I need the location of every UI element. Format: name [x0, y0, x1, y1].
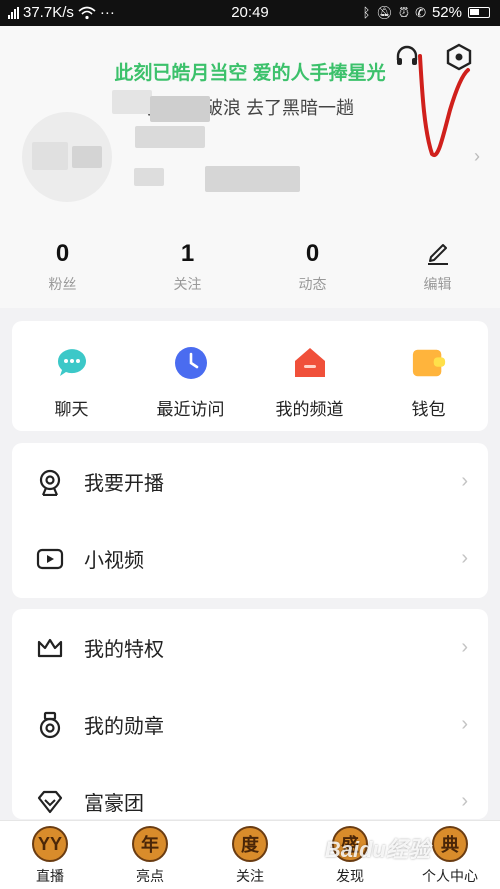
call-icon: ✆ [415, 4, 426, 20]
medal-icon [36, 711, 64, 739]
stat-fans[interactable]: 0 粉丝 [0, 238, 125, 298]
edit-profile-button[interactable]: 编辑 [375, 238, 500, 298]
chevron-right-icon: › [461, 790, 468, 812]
menu-short-video[interactable]: 小视频 › [12, 520, 488, 597]
nav-personal-center[interactable]: 典 个人中心 [400, 821, 500, 889]
stat-following[interactable]: 1 关注 [125, 238, 250, 298]
nav-live[interactable]: YY 直播 [0, 821, 100, 889]
quick-actions-card: 聊天 最近访问 我的频道 钱包 [12, 321, 488, 431]
menu-my-privileges[interactable]: 我的特权 › [12, 609, 488, 686]
wallet-icon [411, 345, 447, 381]
quick-my-channel[interactable]: 我的频道 [250, 321, 369, 431]
badge-icon: 盛 [332, 826, 368, 862]
diamond-icon [36, 788, 64, 816]
mute-icon: 🔕︎ [376, 4, 393, 20]
battery-icon [468, 7, 490, 18]
home-channel-icon [292, 345, 328, 381]
menu-my-medals[interactable]: 我的勋章 › [12, 686, 488, 763]
stat-posts[interactable]: 0 动态 [250, 238, 375, 298]
chevron-right-icon: › [461, 470, 468, 492]
badge-icon: 度 [232, 826, 268, 862]
profile-chevron-icon[interactable]: › [474, 146, 480, 167]
red-annotation-mark [418, 54, 470, 158]
badge-icon: 典 [432, 826, 468, 862]
nav-highlights[interactable]: 年 亮点 [100, 821, 200, 889]
status-bar: 37.7K/s ··· 20:49 ᛒ 🔕︎ ⏰︎ ✆ 52% [0, 0, 500, 26]
quick-recent-visits[interactable]: 最近访问 [131, 321, 250, 431]
battery-percent: 52% [431, 4, 462, 21]
bottom-navigation: YY 直播 年 亮点 度 关注 盛 发现 典 个人中心 [0, 820, 500, 889]
quick-chat[interactable]: 聊天 [12, 321, 131, 431]
menu-group-live: 我要开播 › 小视频 › [12, 443, 488, 598]
profile-header: 此刻已皓月当空 爱的人手捧星光 我 乘风破浪 去了黑暗一趟 › 0 粉丝 1 关… [0, 26, 500, 308]
nav-discover[interactable]: 盛 发现 [300, 821, 400, 889]
pencil-icon [375, 238, 500, 270]
badge-icon: 年 [132, 826, 168, 862]
yy-logo-icon: YY [32, 826, 68, 862]
chevron-right-icon: › [461, 636, 468, 658]
chevron-right-icon: › [461, 713, 468, 735]
avatar[interactable] [22, 112, 112, 202]
menu-go-live[interactable]: 我要开播 › [12, 443, 488, 520]
camera-icon [36, 468, 64, 496]
bluetooth-icon: ᛒ [362, 5, 371, 20]
chat-bubble-icon [54, 345, 90, 381]
alarm-icon: ⏰︎ [398, 4, 410, 20]
menu-group-privileges: 我的特权 › 我的勋章 › 富豪团 › [12, 609, 488, 819]
menu-rich-club[interactable]: 富豪团 › [12, 763, 488, 819]
stats-row: 0 粉丝 1 关注 0 动态 编辑 [0, 238, 500, 298]
nav-following[interactable]: 度 关注 [200, 821, 300, 889]
clock-icon [173, 345, 209, 381]
quick-wallet[interactable]: 钱包 [369, 321, 488, 431]
video-play-icon [36, 545, 64, 573]
crown-icon [36, 634, 64, 662]
chevron-right-icon: › [461, 547, 468, 569]
